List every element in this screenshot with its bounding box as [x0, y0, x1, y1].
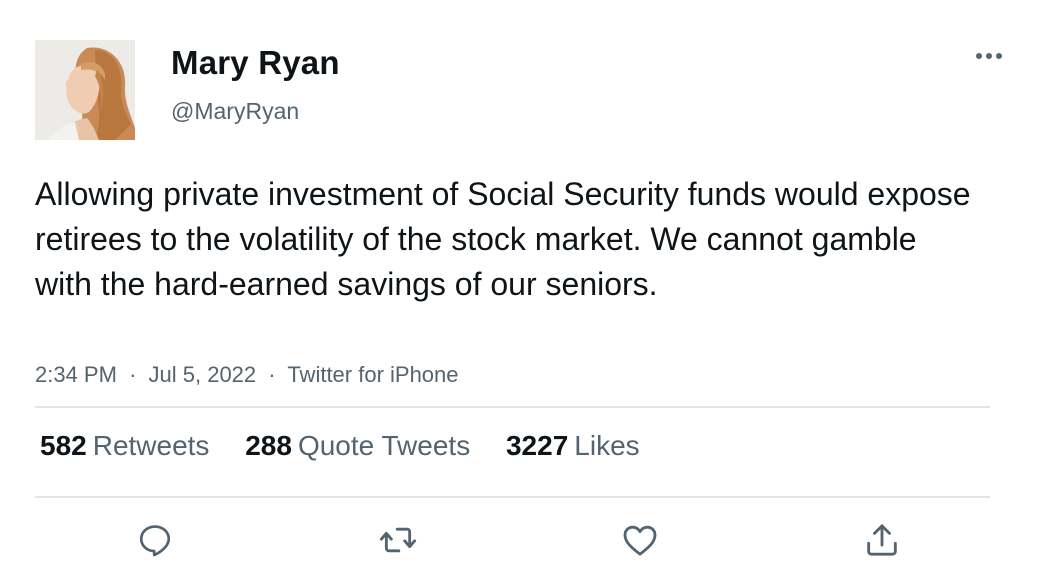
tweet-text: Allowing private investment of Social Se… — [35, 176, 971, 302]
quote-tweets-count: 288 — [245, 430, 292, 461]
tweet-stats: 582 Retweets 288 Quote Tweets 3227 Likes — [40, 430, 668, 462]
tweet-time[interactable]: 2:34 PM — [35, 362, 117, 387]
divider — [35, 496, 990, 498]
retweet-button[interactable] — [376, 518, 420, 562]
like-button[interactable] — [618, 518, 662, 562]
likes-label: Likes — [574, 430, 640, 461]
tweet-source[interactable]: Twitter for iPhone — [287, 362, 458, 387]
retweets-stat[interactable]: 582 Retweets — [40, 430, 209, 462]
avatar-photo — [35, 40, 135, 140]
share-button[interactable] — [860, 518, 904, 562]
share-icon — [867, 524, 897, 556]
avatar[interactable] — [35, 40, 135, 140]
quote-tweets-label: Quote Tweets — [297, 430, 471, 461]
reply-button[interactable] — [133, 518, 177, 562]
retweets-count: 582 — [40, 430, 87, 461]
tweet-meta: 2:34 PM · Jul 5, 2022 · Twitter for iPho… — [35, 362, 459, 388]
author-name[interactable]: Mary Ryan — [171, 44, 340, 82]
likes-stat[interactable]: 3227 Likes — [506, 430, 640, 462]
tweet-card: Mary Ryan @MaryRyan Allowing private inv… — [0, 0, 1050, 570]
divider — [35, 406, 990, 408]
retweets-label: Retweets — [92, 430, 210, 461]
retweet-icon — [379, 527, 417, 553]
like-icon — [623, 525, 657, 556]
more-icon — [976, 53, 1002, 59]
meta-separator: · — [268, 362, 276, 387]
likes-count: 3227 — [505, 430, 569, 461]
reply-icon — [139, 525, 171, 557]
meta-separator: · — [129, 362, 137, 387]
tweet-date[interactable]: Jul 5, 2022 — [149, 362, 257, 387]
author-handle[interactable]: @MaryRyan — [171, 98, 299, 125]
more-options-button[interactable] — [969, 44, 1009, 68]
quote-tweets-stat[interactable]: 288 Quote Tweets — [245, 430, 470, 462]
